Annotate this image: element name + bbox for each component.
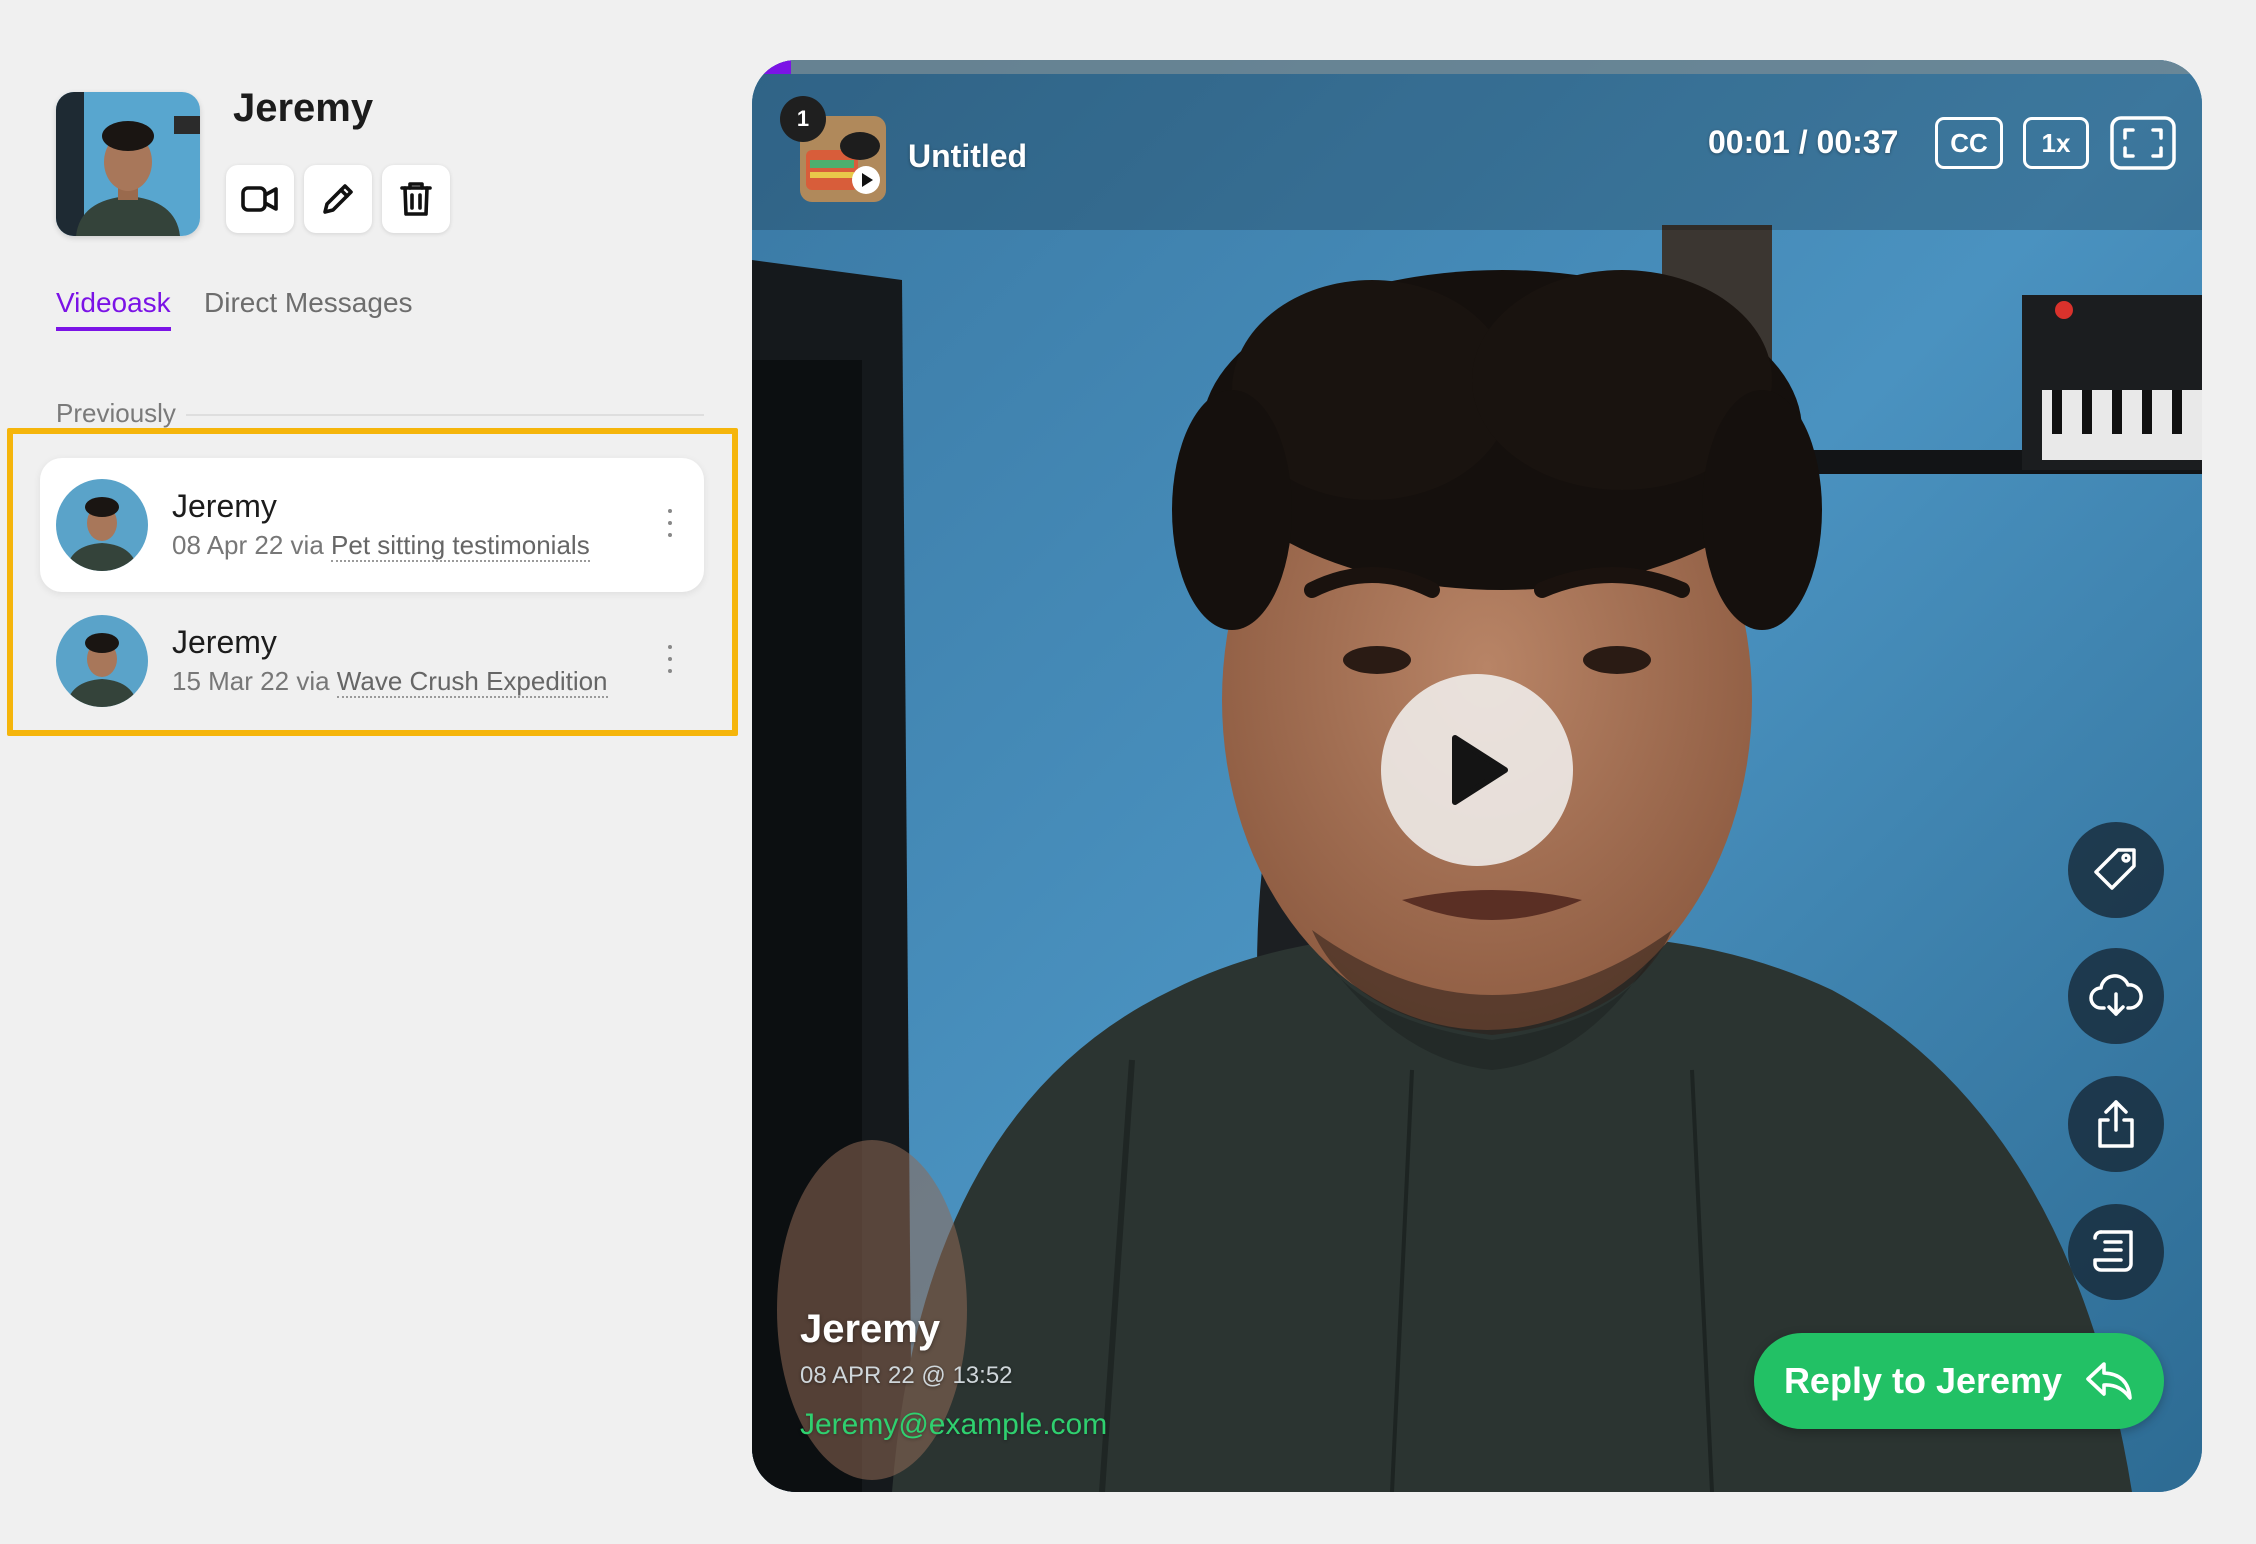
edit-contact-button[interactable] (304, 165, 372, 233)
reply-button[interactable]: Reply to Jeremy (1754, 1333, 2164, 1429)
video-player[interactable]: 1 Untitled 00:01 / 00:37 CC 1x Jeremy 08… (752, 60, 2202, 1492)
conversation-via: via (290, 530, 324, 560)
conversation-source-link[interactable]: Wave Crush Expedition (336, 666, 608, 698)
contact-name: Jeremy (233, 86, 374, 130)
more-options-button[interactable] (660, 639, 680, 679)
conversation-item[interactable]: Jeremy 08 Apr 22 via Pet sitting testimo… (40, 458, 704, 592)
conversation-source-link[interactable]: Pet sitting testimonials (331, 530, 590, 562)
transcript-icon (2093, 1230, 2133, 1272)
record-video-button[interactable] (226, 165, 294, 233)
respondent-email-link[interactable]: Jeremy@example.com (800, 1408, 1107, 1442)
reply-button-label: Reply to Jeremy (1783, 1360, 2063, 1401)
conversation-meta: 15 Mar 22 via Wave Crush Expedition (172, 666, 608, 698)
fullscreen-icon (2110, 116, 2176, 170)
trash-icon (400, 182, 432, 216)
play-button[interactable] (1381, 674, 1573, 866)
conversation-avatar (56, 615, 148, 707)
conversation-meta: 08 Apr 22 via Pet sitting testimonials (172, 530, 590, 562)
conversation-name: Jeremy (172, 488, 277, 524)
share-button[interactable] (2068, 1076, 2164, 1172)
download-button[interactable] (2068, 948, 2164, 1044)
respondent-name: Jeremy (800, 1307, 941, 1351)
conversation-avatar (56, 479, 148, 571)
conversation-date: 08 Apr 22 (172, 530, 284, 560)
play-icon (1452, 735, 1508, 805)
more-options-button[interactable] (660, 503, 680, 543)
reply-arrow-icon (2086, 1362, 2132, 1400)
playback-speed-button[interactable]: 1x (2023, 117, 2089, 169)
contact-avatar (56, 92, 200, 236)
transcript-button[interactable] (2068, 1204, 2164, 1300)
conversation-name: Jeremy (172, 624, 277, 660)
section-label-previously: Previously (56, 398, 176, 428)
tag-button[interactable] (2068, 822, 2164, 918)
step-title: Untitled (908, 138, 1028, 174)
step-number-badge: 1 (780, 96, 826, 142)
cloud-download-icon (2089, 974, 2143, 1016)
delete-contact-button[interactable] (382, 165, 450, 233)
conversation-item[interactable]: Jeremy 15 Mar 22 via Wave Crush Expediti… (40, 594, 704, 728)
tab-direct-messages[interactable]: Direct Messages (204, 287, 413, 319)
conversation-via: via (296, 666, 330, 696)
respondent-date: 08 APR 22 @ 13:52 (800, 1362, 1013, 1389)
tag-icon (2094, 848, 2136, 890)
video-camera-icon (241, 186, 278, 212)
tab-videoask[interactable]: Videoask (56, 287, 171, 331)
video-progress-track[interactable] (752, 60, 2202, 74)
share-icon (2098, 1100, 2134, 1148)
time-readout: 00:01 / 00:37 (1708, 124, 1899, 160)
fullscreen-button[interactable] (2110, 116, 2176, 170)
pencil-icon (323, 184, 353, 214)
conversation-date: 15 Mar 22 (172, 666, 290, 696)
section-divider (186, 414, 704, 416)
captions-button[interactable]: CC (1935, 117, 2003, 169)
video-progress-fill (752, 60, 792, 74)
